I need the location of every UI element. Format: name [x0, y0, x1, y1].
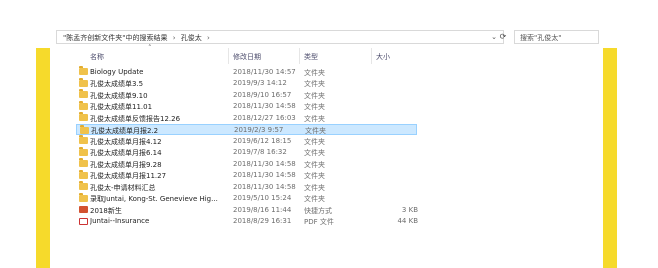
file-type: 文件夹 [304, 172, 325, 180]
file-date: 2019/2/3 9:57 [234, 126, 284, 134]
file-type: 快捷方式 [304, 206, 332, 215]
folder-icon [79, 89, 88, 98]
file-name: 孔俊太成绩单月报11.27 [90, 172, 167, 180]
file-list: Biology Update 2018/11/30 14:57 文件夹 孔俊太成绩单… [76, 66, 606, 227]
file-name: 孔俊太成绩单3.5 [90, 80, 144, 88]
file-name: Biology Update [90, 67, 144, 76]
file-type: PDF 文件 [304, 218, 334, 226]
column-header-size[interactable]: 大小 [376, 52, 390, 62]
file-name: 孔俊太成绩单11.01 [90, 103, 153, 111]
file-row[interactable]: 孔俊太成绩单月报9.28 2018/11/30 14:58 文件夹 [76, 158, 606, 170]
column-divider[interactable] [228, 48, 229, 64]
file-name: 2018新生 [90, 206, 122, 215]
file-date: 2018/11/30 14:57 [233, 67, 296, 76]
file-name: Juntai--Insurance [90, 217, 150, 225]
file-date: 2018/11/30 14:58 [233, 159, 296, 168]
folder-icon [79, 66, 88, 75]
file-date: 2018/11/30 14:58 [233, 102, 296, 110]
file-name: 孔俊太成绩单月报9.28 [90, 160, 162, 169]
file-size: 44 KB [397, 217, 418, 225]
folder-icon [80, 124, 89, 134]
folder-icon [79, 146, 88, 156]
file-row[interactable]: Juntai--Insurance 2018/8/29 16:31 PDF 文件 44… [76, 216, 606, 228]
file-date: 2019/7/8 16:32 [233, 148, 287, 156]
file-type: 文件夹 [304, 195, 325, 203]
file-date: 2019/9/3 14:12 [233, 79, 287, 87]
file-row[interactable]: 孔俊太成绩单月报6.14 2019/7/8 16:32 文件夹 [76, 146, 606, 159]
folder-icon [79, 158, 88, 167]
file-row[interactable]: 孔俊太成绩单月报11.27 2018/11/30 14:58 文件夹 [76, 169, 606, 182]
file-type: 文件夹 [304, 137, 325, 146]
file-size: 3 KB [401, 205, 418, 214]
column-header-type[interactable]: 类型 [304, 52, 318, 62]
column-header-date[interactable]: 修改日期 [233, 52, 261, 62]
ppt-icon [79, 206, 88, 213]
file-type: 文件夹 [304, 80, 325, 88]
file-row[interactable]: 孔俊太成绩单9.10 2018/9/10 16:57 文件夹 [76, 89, 606, 101]
file-type: 文件夹 [304, 103, 325, 111]
file-name: 孔俊太成绩单月报6.14 [90, 149, 162, 157]
file-type: 文件夹 [304, 183, 325, 192]
folder-icon [79, 192, 88, 202]
file-date: 2018/11/30 14:58 [233, 182, 296, 191]
file-row-selected[interactable]: 孔俊太成绩单月报2.2 2019/2/3 9:57 文件夹 [76, 123, 417, 135]
file-row[interactable]: 孔俊太成绩单3.5 2019/9/3 14:12 文件夹 [76, 77, 606, 90]
file-date: 2019/8/16 11:44 [233, 205, 292, 214]
file-name: 孔俊太成绩单9.10 [90, 91, 148, 100]
file-type: 文件夹 [304, 160, 325, 169]
file-row[interactable]: 孔俊太成绩单11.01 2018/11/30 14:58 文件夹 [76, 100, 606, 113]
breadcrumb-item-search-results[interactable]: "陈孟齐创新文件夹"中的搜索结果 [63, 34, 167, 42]
folder-icon [79, 135, 88, 144]
column-divider[interactable] [371, 48, 372, 64]
folder-icon [79, 112, 88, 121]
column-divider[interactable] [299, 48, 300, 64]
folder-icon [79, 100, 88, 110]
file-date: 2018/9/10 16:57 [233, 90, 292, 99]
file-row[interactable]: 2018新生 2019/8/16 11:44 快捷方式 3 KB [76, 204, 606, 216]
file-name: 孔俊太成绩单反馈报告12.26 [90, 114, 181, 123]
file-date: 2019/5/10 15:24 [233, 194, 292, 202]
chevron-right-icon: › [206, 34, 210, 42]
file-date: 2018/12/27 16:03 [233, 113, 296, 122]
folder-icon [79, 77, 88, 87]
folder-icon [79, 181, 88, 190]
file-type: 文件夹 [304, 91, 325, 100]
left-accent-stripe [36, 48, 50, 268]
file-type: 文件夹 [304, 68, 325, 77]
breadcrumb: "陈孟齐创新文件夹"中的搜索结果 › 孔俊太 › [63, 33, 213, 43]
folder-icon [79, 169, 88, 179]
search-box[interactable]: 搜索"孔俊太" [514, 30, 599, 44]
pdf-icon [79, 217, 88, 225]
file-date: 2019/6/12 18:15 [233, 136, 292, 145]
file-row[interactable]: Biology Update 2018/11/30 14:57 文件夹 [76, 66, 606, 78]
file-row[interactable]: 录取Juntai, Kong-St. Genevieve Hig... 2019/… [76, 192, 606, 205]
address-bar[interactable]: "陈孟齐创新文件夹"中的搜索结果 › 孔俊太 › ⌄ [56, 30, 504, 44]
file-row[interactable]: 孔俊太成绩单月报4.12 2019/6/12 18:15 文件夹 [76, 135, 606, 147]
file-name: 孔俊太-申请材料汇总 [90, 183, 156, 192]
column-header-name[interactable]: 名称 [90, 52, 104, 62]
chevron-right-icon: › [172, 34, 176, 42]
file-row[interactable]: 孔俊太成绩单反馈报告12.26 2018/12/27 16:03 文件夹 [76, 112, 606, 124]
file-name: 孔俊太成绩单月报4.12 [90, 137, 162, 146]
file-type: 文件夹 [304, 149, 325, 157]
refresh-icon[interactable]: ⟳ [496, 30, 510, 44]
file-date: 2018/11/30 14:58 [233, 171, 296, 179]
file-row[interactable]: 孔俊太-申请材料汇总 2018/11/30 14:58 文件夹 [76, 181, 606, 193]
file-name: 录取Juntai, Kong-St. Genevieve Hig... [90, 195, 218, 203]
file-type: 文件夹 [304, 114, 325, 123]
search-placeholder: 搜索"孔俊太" [520, 34, 562, 42]
column-headers: 名称 修改日期 类型 大小 [76, 50, 616, 64]
file-date: 2018/8/29 16:31 [233, 217, 292, 225]
breadcrumb-item-folder[interactable]: 孔俊太 [181, 34, 202, 42]
